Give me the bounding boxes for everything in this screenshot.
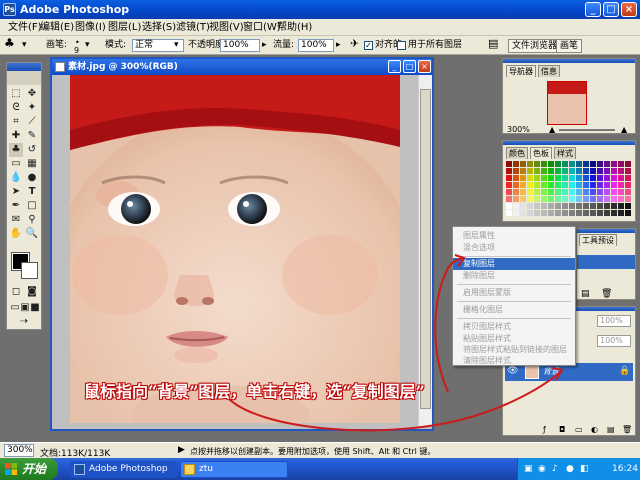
tray-ime-icon[interactable]: ◧: [580, 458, 589, 480]
windows-logo-icon: [5, 463, 17, 475]
task-folder-label: ztu: [199, 464, 213, 474]
status-hint: 点按并拖移以创建副本。要用附加选项，使用 Shift、Alt 和 Ctrl 键。: [190, 447, 436, 456]
start-label: 开始: [22, 462, 47, 476]
tray-network-icon[interactable]: ▣: [524, 458, 533, 480]
folder-task-icon: [184, 464, 195, 475]
annotation-arrows: [227, 254, 564, 432]
instruction-annotation: 鼠标指向“背景”图层，单击右键，选“复制图层”: [84, 382, 425, 401]
status-arrow-icon[interactable]: ▶: [178, 445, 185, 455]
status-zoom-field[interactable]: 300%: [4, 444, 34, 457]
tray-security-icon[interactable]: ◉: [538, 458, 546, 480]
task-folder[interactable]: ztu: [180, 461, 288, 478]
arrow-to-menu: [434, 257, 463, 393]
clock[interactable]: 16:24: [612, 458, 638, 480]
taskbar: 开始 Adobe Photoshop ztu ▣ ◉ ♪ ● ◧ 16:24: [0, 458, 640, 480]
status-bar: 300% 文档:113K/113K ▶ 点按并拖移以创建副本。要用附加选项，使用…: [0, 442, 640, 459]
start-button[interactable]: 开始: [0, 458, 58, 480]
system-tray: ▣ ◉ ♪ ● ◧ 16:24: [517, 458, 640, 480]
task-photoshop-label: Adobe Photoshop: [89, 464, 168, 474]
tray-volume-icon[interactable]: ♪: [552, 458, 558, 480]
photoshop-task-icon: [74, 464, 85, 475]
tray-antivirus-icon[interactable]: ●: [566, 458, 574, 480]
task-photoshop[interactable]: Adobe Photoshop: [70, 461, 178, 478]
